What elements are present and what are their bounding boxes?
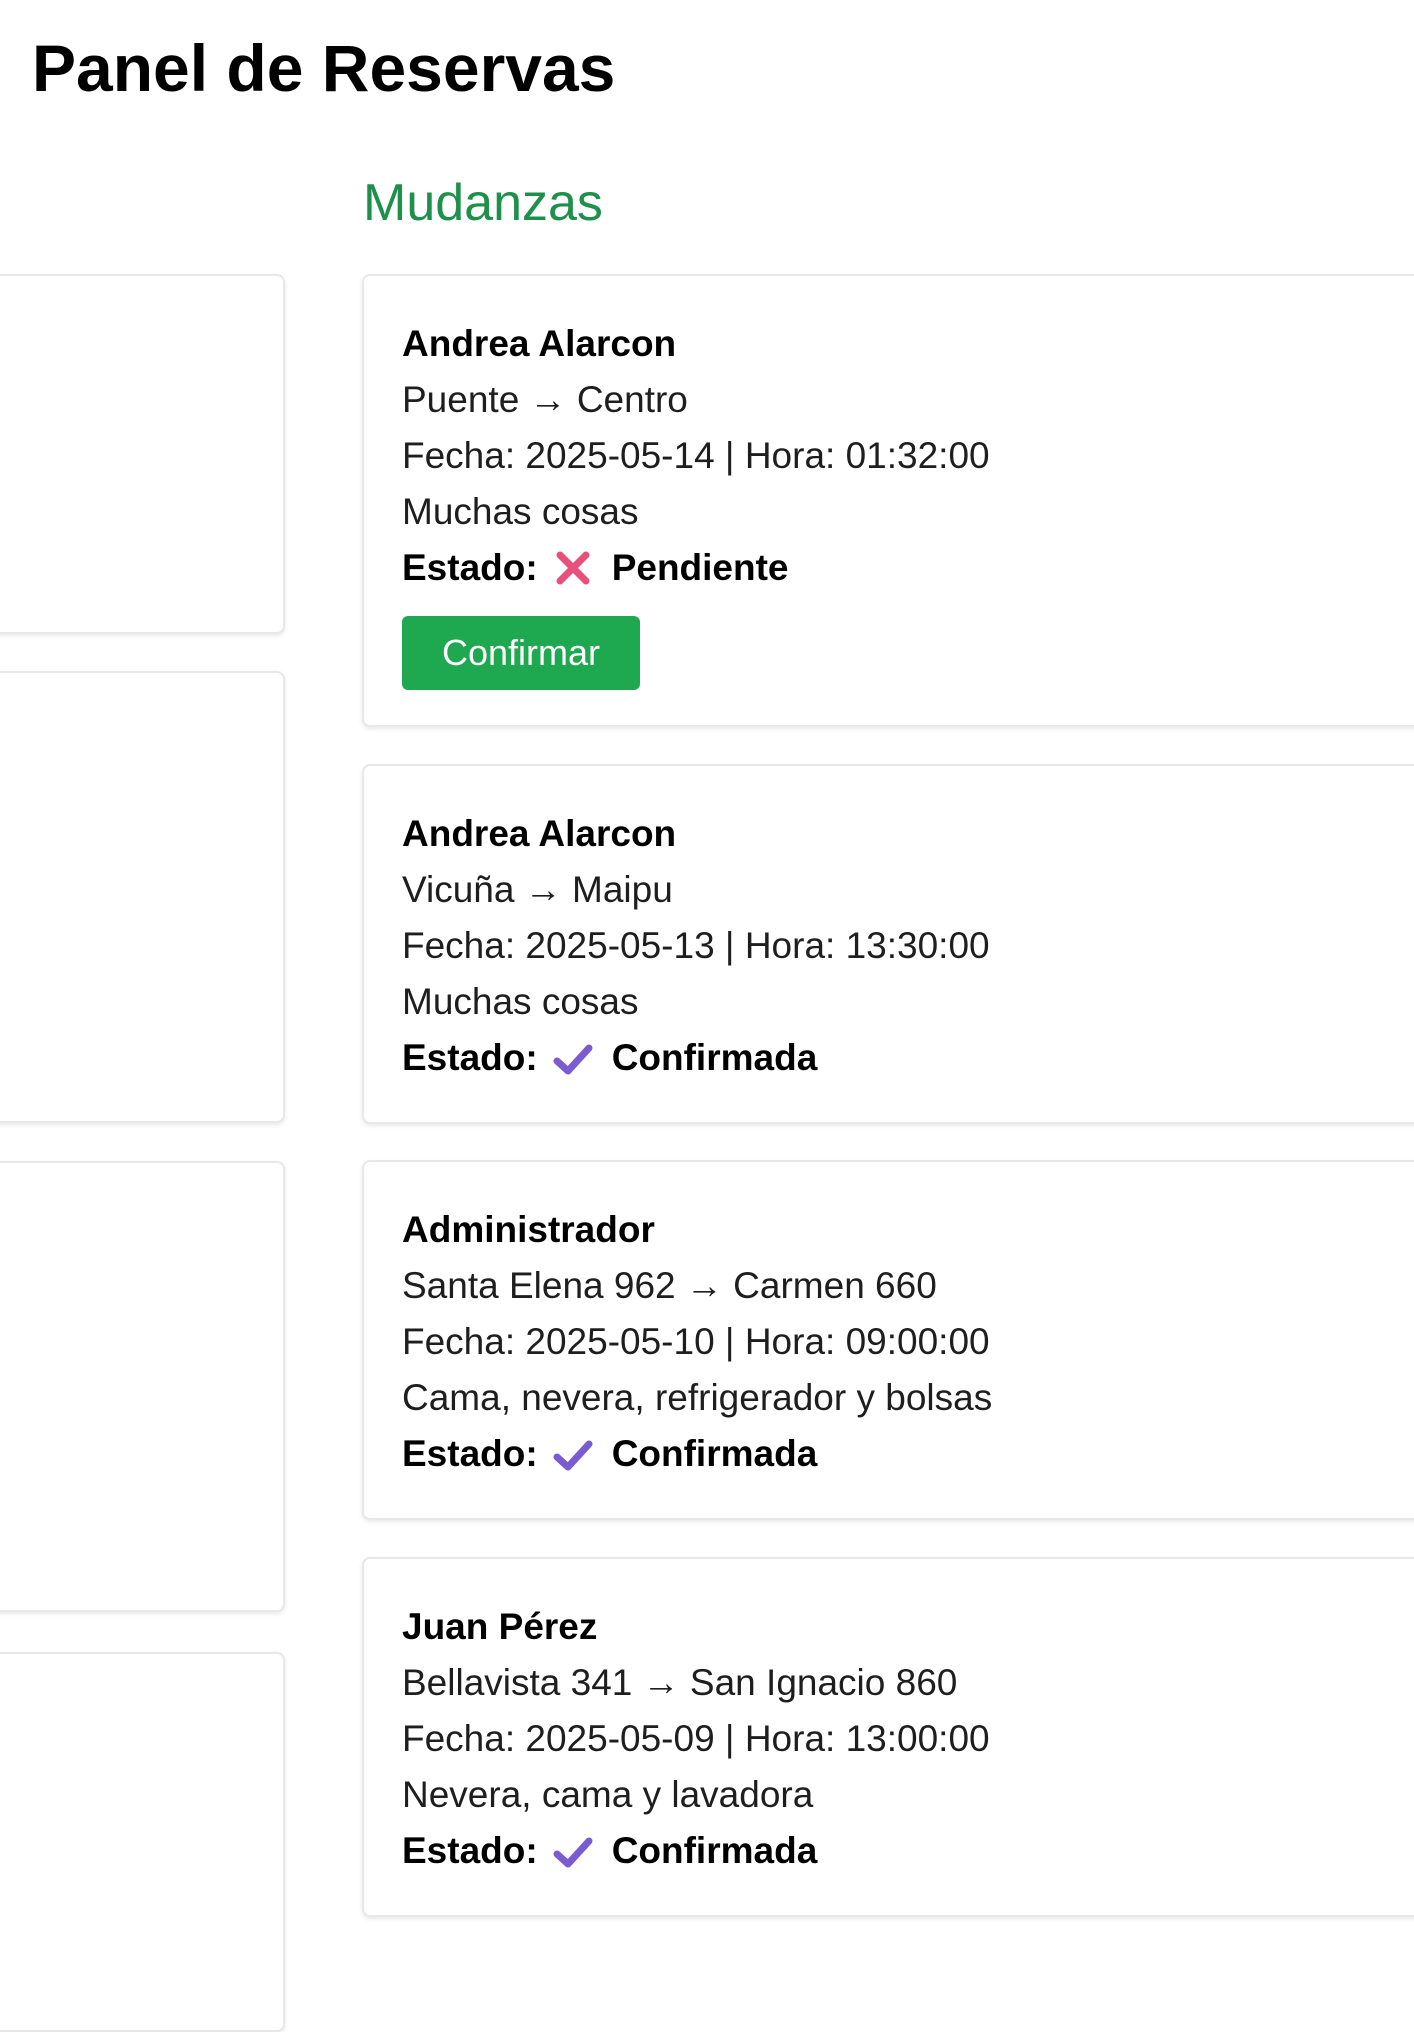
items-text: Muchas cosas <box>402 491 639 532</box>
left-column-card <box>0 671 285 1123</box>
client-name: Administrador <box>402 1209 655 1250</box>
items-text: Cama, nevera, refrigerador y bolsas <box>402 1377 993 1418</box>
status-value: Pendiente <box>611 547 789 588</box>
status-label: Estado: <box>402 1433 538 1474</box>
status-row: Estado: Confirmada <box>402 1030 1414 1086</box>
datetime-text: Fecha: 2025-05-14 | Hora: 01:32:00 <box>402 435 990 476</box>
check-icon <box>552 1037 594 1079</box>
status-row: Estado: Confirmada <box>402 1426 1414 1482</box>
client-name: Juan Pérez <box>402 1606 598 1647</box>
route-text: Vicuña → Maipu <box>402 869 673 910</box>
status-value: Confirmada <box>611 1433 818 1474</box>
check-icon <box>552 1830 594 1872</box>
reservation-card: Juan Pérez Bellavista 341 → San Ignacio … <box>362 1557 1414 1917</box>
reservation-card: Andrea Alarcon Vicuña → Maipu Fecha: 202… <box>362 764 1414 1124</box>
status-row: Estado: Confirmada <box>402 1823 1414 1879</box>
route-text: Bellavista 341 → San Ignacio 860 <box>402 1662 958 1703</box>
check-icon <box>552 1433 594 1475</box>
status-label: Estado: <box>402 547 538 588</box>
status-value: Confirmada <box>611 1830 818 1871</box>
cross-icon <box>552 547 594 589</box>
datetime-text: Fecha: 2025-05-13 | Hora: 13:30:00 <box>402 925 990 966</box>
reservation-card: Andrea Alarcon Puente → Centro Fecha: 20… <box>362 274 1414 727</box>
client-name: Andrea Alarcon <box>402 323 677 364</box>
status-label: Estado: <box>402 1037 538 1078</box>
left-column-card <box>0 274 285 634</box>
items-text: Nevera, cama y lavadora <box>402 1774 814 1815</box>
client-name: Andrea Alarcon <box>402 813 677 854</box>
status-row: Estado: Pendiente <box>402 540 1414 596</box>
left-column-card <box>0 1161 285 1612</box>
left-column-card <box>0 1652 285 2032</box>
status-value: Confirmada <box>611 1037 818 1078</box>
datetime-text: Fecha: 2025-05-10 | Hora: 09:00:00 <box>402 1321 990 1362</box>
route-text: Puente → Centro <box>402 379 688 420</box>
datetime-text: Fecha: 2025-05-09 | Hora: 13:00:00 <box>402 1718 990 1759</box>
page-title: Panel de Reservas <box>32 31 616 105</box>
confirm-button[interactable]: Confirmar <box>402 616 640 690</box>
section-title-mudanzas: Mudanzas <box>363 174 603 232</box>
items-text: Muchas cosas <box>402 981 639 1022</box>
reservation-card: Administrador Santa Elena 962 → Carmen 6… <box>362 1160 1414 1520</box>
status-label: Estado: <box>402 1830 538 1871</box>
route-text: Santa Elena 962 → Carmen 660 <box>402 1265 937 1306</box>
